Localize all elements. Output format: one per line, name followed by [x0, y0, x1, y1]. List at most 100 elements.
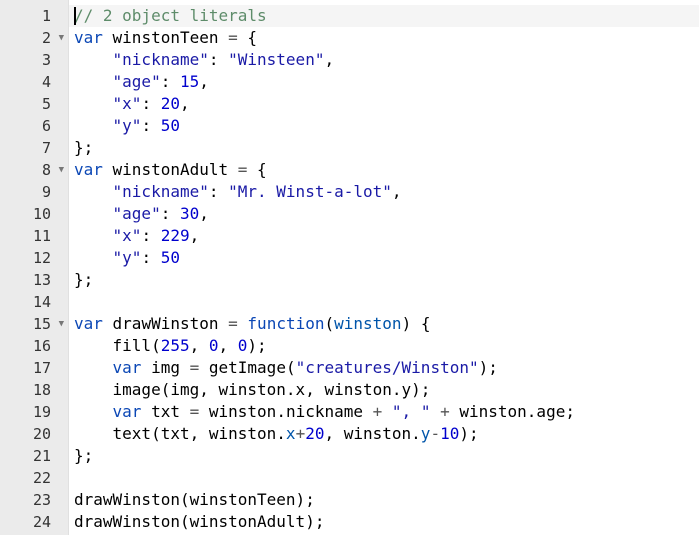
- code-line[interactable]: var txt = winston.nickname + ", " + wins…: [69, 401, 699, 423]
- code-token: "x": [112, 94, 142, 113]
- code-token: :: [208, 182, 229, 201]
- gutter-row: 9: [0, 181, 68, 203]
- line-number: 12: [32, 249, 51, 267]
- code-token: // 2 object literals: [74, 6, 267, 25]
- code-token: "y": [112, 248, 142, 267]
- code-token: ,: [189, 226, 200, 245]
- code-token: :: [141, 94, 161, 113]
- code-line[interactable]: "nickname": "Mr. Winst-a-lot",: [69, 181, 699, 203]
- gutter-row: 4: [0, 71, 68, 93]
- fold-chevron-icon[interactable]: ▼: [59, 313, 64, 335]
- code-token: var: [112, 358, 142, 377]
- code-line[interactable]: var winstonTeen = {: [69, 27, 699, 49]
- line-number: 19: [32, 403, 51, 421]
- code-line[interactable]: drawWinston(winstonAdult);: [69, 511, 699, 533]
- code-token: +: [295, 424, 306, 443]
- code-line[interactable]: var drawWinston = function(winston) {: [69, 313, 699, 335]
- code-line[interactable]: "age": 30,: [69, 203, 699, 225]
- code-line[interactable]: var img = getImage("creatures/Winston");: [69, 357, 699, 379]
- code-token: winston: [334, 314, 402, 333]
- gutter-row: 18: [0, 379, 68, 401]
- code-token: =: [189, 358, 200, 377]
- code-line[interactable]: };: [69, 269, 699, 291]
- code-token: );: [247, 336, 267, 355]
- line-number: 16: [32, 337, 51, 355]
- line-number: 8: [41, 161, 51, 179]
- code-token: , winston.: [324, 424, 421, 443]
- code-token: img: [141, 358, 190, 377]
- text-cursor: [74, 7, 76, 25]
- code-line[interactable]: "age": 15,: [69, 71, 699, 93]
- code-token: ,: [324, 50, 335, 69]
- code-line[interactable]: "y": 50: [69, 247, 699, 269]
- code-token: "Winsteen": [228, 50, 325, 69]
- line-number: 18: [32, 381, 51, 399]
- line-number: 7: [41, 139, 51, 157]
- code-token: "nickname": [112, 50, 209, 69]
- code-token: text(txt, winston.: [74, 424, 286, 443]
- code-token: x: [285, 424, 296, 443]
- code-line[interactable]: };: [69, 137, 699, 159]
- code-token: winstonTeen: [102, 28, 229, 47]
- code-line[interactable]: var winstonAdult = {: [69, 159, 699, 181]
- code-token: };: [74, 138, 94, 157]
- code-token: -: [430, 424, 441, 443]
- gutter-row: 5: [0, 93, 68, 115]
- code-line[interactable]: "x": 229,: [69, 225, 699, 247]
- code-editor[interactable]: 1 2 ▼ 3 4 5 6 7 8 ▼ 9 10 11 12 13 14 15 ▼ 16 17 18 19 20 21 22 23…: [0, 0, 699, 535]
- code-line[interactable]: text(txt, winston.x+20, winston.y-10);: [69, 423, 699, 445]
- code-token: 30: [179, 204, 200, 223]
- code-token: };: [74, 270, 94, 289]
- code-line[interactable]: "y": 50: [69, 115, 699, 137]
- code-token: =: [228, 314, 238, 333]
- gutter-row: 14: [0, 291, 68, 313]
- code-token: winstonAdult: [102, 160, 238, 179]
- line-number: 2: [41, 29, 51, 47]
- code-token: =: [237, 160, 248, 179]
- line-number: 11: [32, 227, 51, 245]
- line-number: 4: [41, 73, 51, 91]
- code-line[interactable]: };: [69, 445, 699, 467]
- code-token: );: [478, 358, 498, 377]
- code-token: 50: [160, 248, 180, 267]
- code-line[interactable]: "x": 20,: [69, 93, 699, 115]
- code-token: "x": [112, 226, 142, 245]
- gutter-row: 11: [0, 225, 68, 247]
- code-line[interactable]: ​: [69, 467, 699, 489]
- code-line[interactable]: "nickname": "Winsteen",: [69, 49, 699, 71]
- gutter-row: 24: [0, 511, 68, 533]
- code-token: 50: [160, 116, 180, 135]
- fold-chevron-icon[interactable]: ▼: [59, 159, 64, 181]
- gutter-row: 17: [0, 357, 68, 379]
- code-line[interactable]: image(img, winston.x, winston.y);: [69, 379, 699, 401]
- code-token: 10: [440, 424, 460, 443]
- code-token: "age": [112, 204, 161, 223]
- code-area[interactable]: // 2 object literals var winstonTeen = { …: [69, 0, 699, 535]
- code-token: ,: [189, 336, 209, 355]
- gutter-row: 15 ▼: [0, 313, 68, 335]
- fold-chevron-icon[interactable]: ▼: [59, 27, 64, 49]
- code-token: {: [237, 28, 258, 47]
- code-line[interactable]: ​: [69, 291, 699, 313]
- code-line[interactable]: drawWinston(winstonTeen);: [69, 489, 699, 511]
- code-token: );: [459, 424, 479, 443]
- gutter-row: 23: [0, 489, 68, 511]
- gutter-row: 19: [0, 401, 68, 423]
- line-number: 10: [32, 205, 51, 223]
- code-token: ", ": [391, 402, 431, 421]
- code-token: =: [189, 402, 200, 421]
- code-token: ,: [218, 336, 238, 355]
- code-line[interactable]: // 2 object literals: [69, 5, 699, 27]
- gutter-row: 6: [0, 115, 68, 137]
- gutter-row: 16: [0, 335, 68, 357]
- line-number-gutter: 1 2 ▼ 3 4 5 6 7 8 ▼ 9 10 11 12 13 14 15 ▼ 16 17 18 19 20 21 22 23…: [0, 0, 69, 535]
- line-number: 6: [41, 117, 51, 135]
- code-line[interactable]: fill(255, 0, 0);: [69, 335, 699, 357]
